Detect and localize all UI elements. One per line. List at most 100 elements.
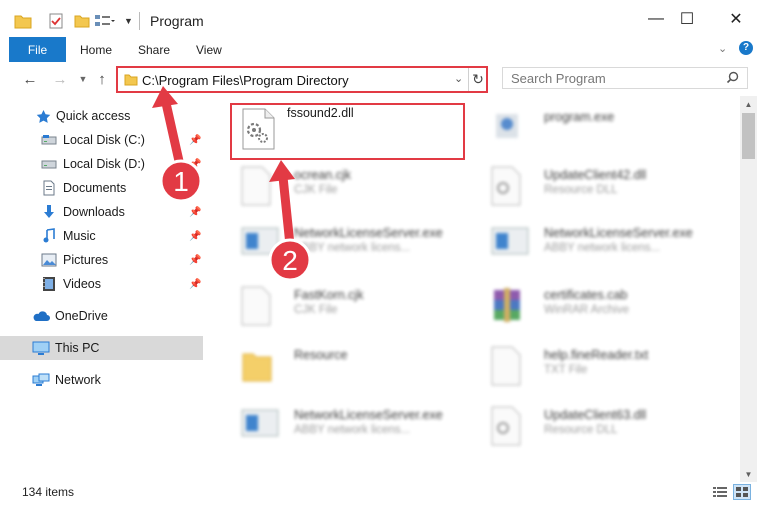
file-item-networklicenseserver-exe[interactable]: NetworkLicenseServer.exe ABBY network li… [470, 218, 720, 274]
maximize-button[interactable]: ☐ [668, 0, 706, 38]
sidebar-item-local-disk-d[interactable]: Local Disk (D:) 📌 [0, 152, 203, 176]
navigation-pane: Quick access Local Disk (C:) 📌 Local Dis… [0, 100, 203, 480]
file-type: TXT File [544, 364, 588, 376]
window-title: Program [150, 13, 204, 29]
pin-icon[interactable]: 📌 [189, 159, 201, 170]
archive-icon [490, 286, 530, 330]
back-arrow-icon[interactable]: ← [20, 69, 40, 89]
customize-toolbar-icon[interactable]: ▼ [124, 10, 134, 32]
tab-share[interactable]: Share [138, 37, 170, 62]
file-item-certificates-cab[interactable]: certificates.cab WinRAR Archive [470, 280, 720, 336]
blank-file-icon [490, 346, 530, 390]
file-item-updateclient63-dll[interactable]: UpdateClient63.dll Resource DLL [470, 400, 720, 456]
computer-icon [32, 339, 50, 357]
star-icon [34, 107, 52, 125]
search-box[interactable] [502, 67, 748, 89]
tab-file[interactable]: File [9, 37, 66, 62]
app-window-icon [240, 406, 280, 450]
file-name: FastKorn.cjk [294, 288, 364, 302]
sidebar-item-documents[interactable]: Documents [0, 176, 203, 200]
sidebar-item-videos[interactable]: Videos 📌 [0, 272, 203, 296]
file-item-networklicenseserver-exe[interactable]: NetworkLicenseServer.exe ABBY network li… [220, 218, 470, 274]
scroll-down-icon[interactable]: ▼ [740, 466, 757, 482]
sidebar-item-local-disk-c[interactable]: Local Disk (C:) 📌 [0, 128, 203, 152]
address-bar[interactable]: C:\Program Files\Program Directory ⌄ ↻ [116, 66, 488, 93]
file-item-ocrean-cjk[interactable]: ocrean.cjk CJK File [220, 160, 470, 216]
file-item-networklicenseserver-exe[interactable]: NetworkLicenseServer.exe ABBY network li… [220, 400, 470, 456]
dll-gear-icon [490, 166, 530, 210]
file-type: Resource DLL [544, 424, 618, 436]
vertical-scrollbar[interactable]: ▲ ▼ [740, 96, 757, 482]
sidebar-item-label: Documents [63, 181, 127, 195]
file-item-updateclient42-dll[interactable]: UpdateClient42.dll Resource DLL [470, 160, 720, 216]
item-count: 134 items [22, 485, 75, 499]
view-options-icon[interactable] [94, 10, 122, 32]
file-name: Resource [294, 348, 348, 362]
sidebar-item-music[interactable]: Music 📌 [0, 224, 203, 248]
folder-icon [240, 346, 280, 390]
file-name: UpdateClient63.dll [544, 408, 647, 422]
window-bottom-edge [0, 504, 769, 521]
file-type: ABBY network licens... [544, 242, 661, 254]
sidebar-item-quick-access[interactable]: Quick access [0, 104, 203, 128]
folder-icon[interactable] [14, 10, 36, 32]
pin-icon[interactable]: 📌 [189, 255, 201, 266]
pin-icon[interactable]: 📌 [189, 207, 201, 218]
downloads-icon [40, 203, 58, 221]
recent-locations-chevron-icon[interactable]: ▼ [73, 69, 93, 89]
up-arrow-icon[interactable]: ↑ [92, 69, 112, 89]
sidebar-item-label: Local Disk (C:) [63, 133, 145, 147]
pin-icon[interactable]: 📌 [189, 279, 201, 290]
forward-arrow-icon[interactable]: → [50, 69, 70, 89]
dll-gear-icon [490, 406, 530, 450]
properties-check-icon[interactable] [48, 10, 68, 32]
drive-icon [40, 155, 58, 173]
sidebar-item-label: Music [63, 229, 96, 243]
address-dropdown-chevron-icon[interactable]: ⌄ [454, 72, 463, 85]
sidebar-item-label: Downloads [63, 205, 125, 219]
app-window-icon [240, 224, 280, 268]
file-type: ABBY network licens... [294, 242, 411, 254]
file-type: WinRAR Archive [544, 304, 629, 316]
navigation-bar: ← → ▼ ↑ C:\Program Files\Program Directo… [0, 62, 769, 96]
blank-file-icon [240, 286, 280, 330]
file-item-fastkorn-cjk[interactable]: FastKorn.cjk CJK File [220, 280, 470, 336]
file-name: help.fineReader.txt [544, 348, 649, 362]
file-item-program-exe[interactable]: program.exe [470, 102, 720, 158]
network-icon [32, 371, 50, 389]
details-view-icon[interactable] [711, 484, 729, 500]
sidebar-item-label: OneDrive [55, 309, 108, 323]
file-item-resource-folder[interactable]: Resource [220, 340, 470, 396]
videos-icon [40, 275, 58, 293]
sidebar-item-label: Quick access [56, 109, 131, 123]
title-separator [139, 12, 140, 30]
sidebar-item-pictures[interactable]: Pictures 📌 [0, 248, 203, 272]
sidebar-item-network[interactable]: Network [0, 368, 203, 392]
search-icon[interactable] [726, 71, 739, 87]
address-folder-icon [124, 73, 138, 89]
status-bar: 134 items [0, 482, 769, 504]
file-name: ocrean.cjk [294, 168, 351, 182]
drive-icon [40, 131, 58, 149]
large-icons-view-icon[interactable] [733, 484, 751, 500]
pin-icon[interactable]: 📌 [189, 231, 201, 242]
scroll-thumb[interactable] [742, 113, 755, 159]
search-input[interactable] [509, 70, 713, 87]
expand-ribbon-chevron-icon[interactable]: ⌄ [718, 42, 727, 55]
pictures-icon [40, 251, 58, 269]
file-item-help-finereader-txt[interactable]: help.fineReader.txt TXT File [470, 340, 720, 396]
address-path[interactable]: C:\Program Files\Program Directory [142, 73, 349, 88]
sidebar-item-onedrive[interactable]: OneDrive [0, 304, 203, 328]
tab-view[interactable]: View [196, 37, 222, 62]
file-name: NetworkLicenseServer.exe [544, 226, 693, 240]
tab-home[interactable]: Home [80, 37, 112, 62]
help-icon[interactable]: ? [739, 41, 753, 55]
sidebar-item-this-pc[interactable]: This PC [0, 336, 203, 360]
music-icon [40, 227, 58, 245]
sidebar-item-downloads[interactable]: Downloads 📌 [0, 200, 203, 224]
close-button[interactable]: ✕ [713, 0, 759, 38]
scroll-up-icon[interactable]: ▲ [740, 96, 757, 112]
refresh-icon[interactable]: ↻ [468, 68, 487, 91]
new-folder-icon[interactable] [74, 10, 92, 32]
pin-icon[interactable]: 📌 [189, 135, 201, 146]
